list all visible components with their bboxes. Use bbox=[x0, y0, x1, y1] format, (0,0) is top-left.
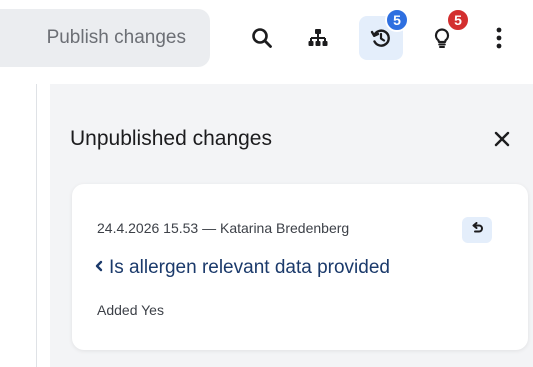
content-divider bbox=[36, 84, 37, 367]
hierarchy-button[interactable] bbox=[296, 16, 340, 60]
suggestions-count-badge: 5 bbox=[446, 8, 470, 32]
more-options-button[interactable] bbox=[477, 16, 521, 60]
unpublished-changes-panel: Unpublished changes 24.4.2026 15.53 — Ka… bbox=[50, 84, 533, 367]
undo-icon bbox=[470, 221, 484, 239]
panel-title: Unpublished changes bbox=[70, 127, 272, 150]
history-count-badge: 5 bbox=[385, 8, 409, 32]
chevron-left-icon bbox=[95, 259, 103, 277]
close-icon bbox=[493, 130, 511, 153]
change-detail: Added Yes bbox=[97, 302, 164, 318]
revert-change-button[interactable] bbox=[462, 217, 492, 243]
publish-changes-button[interactable]: Publish changes bbox=[0, 9, 210, 67]
suggestions-button[interactable]: 5 bbox=[420, 8, 470, 60]
change-card: 24.4.2026 15.53 — Katarina Bredenberg Is… bbox=[72, 184, 528, 350]
history-icon bbox=[370, 27, 392, 49]
publish-changes-label: Publish changes bbox=[46, 27, 186, 48]
lightbulb-icon bbox=[431, 27, 453, 49]
search-icon bbox=[251, 27, 273, 49]
change-field-link[interactable]: Is allergen relevant data provided bbox=[95, 257, 390, 279]
change-meta: 24.4.2026 15.53 — Katarina Bredenberg bbox=[97, 220, 350, 236]
close-panel-button[interactable] bbox=[488, 127, 516, 155]
change-field-label: Is allergen relevant data provided bbox=[109, 257, 390, 278]
search-button[interactable] bbox=[240, 16, 284, 60]
history-button[interactable]: 5 bbox=[359, 8, 409, 60]
more-vertical-icon bbox=[494, 26, 504, 50]
app-page: Publish changes 5 5 Unpublished changes … bbox=[0, 0, 533, 367]
hierarchy-icon bbox=[307, 27, 329, 49]
toolbar: Publish changes 5 5 bbox=[0, 0, 533, 78]
